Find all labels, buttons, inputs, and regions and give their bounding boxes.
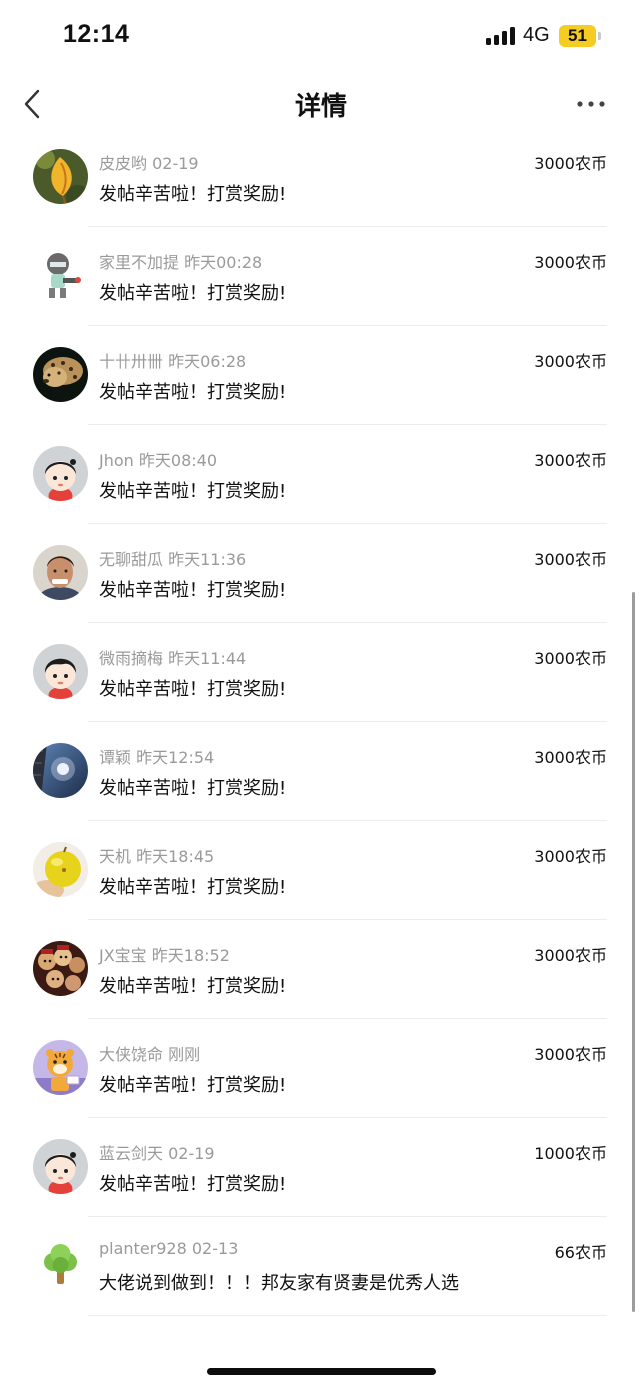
user-name[interactable]: Jhon — [99, 451, 134, 470]
avatar-cartoon-boy[interactable] — [33, 644, 88, 699]
status-bar: 12:14 4G 51 — [0, 0, 642, 70]
list-item[interactable]: 无聊甜瓜 昨天11:36 3000农币发帖辛苦啦！打赏奖励! — [0, 524, 642, 623]
user-name[interactable]: 蓝云剑天 — [99, 1144, 163, 1163]
user-meta: 大侠饶命 刚刚 — [99, 1041, 200, 1065]
avatar-cartoon-tiger[interactable] — [33, 1040, 88, 1095]
user-meta: planter928 02-13 — [99, 1239, 238, 1258]
user-name[interactable]: 天机 — [99, 847, 131, 866]
reward-message: 发帖辛苦啦！打赏奖励! — [99, 976, 287, 997]
network-type: 4G — [523, 24, 550, 46]
reward-time: 昨天11:44 — [168, 649, 247, 668]
reward-amount: 3000农币 — [534, 748, 607, 767]
list-item[interactable]: 谭颖 昨天12:54 3000农币发帖辛苦啦！打赏奖励! — [0, 722, 642, 821]
reward-message: 发帖辛苦啦！打赏奖励! — [99, 1174, 287, 1195]
avatar-cartoon-boy[interactable] — [33, 446, 88, 501]
reward-time: 02-13 — [191, 1239, 239, 1258]
list-item[interactable]: 微雨摘梅 昨天11:44 3000农币发帖辛苦啦！打赏奖励! — [0, 623, 642, 722]
list-item[interactable]: 家里不加提 昨天00:28 3000农币发帖辛苦啦！打赏奖励! — [0, 227, 642, 326]
reward-amount: 3000农币 — [534, 253, 607, 272]
battery-icon: 51 — [559, 25, 596, 47]
list-item[interactable]: Jhon 昨天08:40 3000农币发帖辛苦啦！打赏奖励! — [0, 425, 642, 524]
reward-message: 发帖辛苦啦！打赏奖励! — [99, 481, 287, 502]
reward-amount: 66农币 — [554, 1243, 607, 1262]
user-meta: 天机 昨天18:45 — [99, 843, 214, 867]
avatar-sky[interactable] — [33, 743, 88, 798]
user-meta: 皮皮哟 02-19 — [99, 150, 199, 174]
reward-message: 大佬说到做到！！！邦友家有贤妻是优秀人选 — [99, 1273, 459, 1294]
user-name[interactable]: JX宝宝 — [99, 946, 147, 965]
avatar-cartoon-boy[interactable] — [33, 1139, 88, 1194]
reward-list: 皮皮哟 02-19 3000农币 发帖辛苦啦！打赏奖励! 家里不加提 昨天00:28 3… — [0, 128, 642, 1316]
reward-message: 发帖辛苦啦！打赏奖励! — [99, 184, 287, 205]
user-name[interactable]: planter928 — [99, 1239, 187, 1258]
scrollbar[interactable] — [632, 592, 635, 1312]
reward-message: 发帖辛苦啦！打赏奖励! — [99, 877, 287, 898]
user-name[interactable]: 谭颖 — [99, 748, 131, 767]
list-item[interactable]: 十卄卅卌 昨天06:28 3000农币发帖辛苦啦！打赏奖励! — [0, 326, 642, 425]
avatar-fruit[interactable] — [33, 842, 88, 897]
reward-amount: 3000农币 — [534, 550, 607, 569]
reward-time: 昨天18:45 — [136, 847, 215, 866]
reward-message: 发帖辛苦啦！打赏奖励! — [99, 283, 287, 304]
reward-amount: 3000农币 — [534, 649, 607, 668]
reward-time: 刚刚 — [168, 1045, 201, 1064]
user-name[interactable]: 无聊甜瓜 — [99, 550, 163, 569]
user-meta: JX宝宝 昨天18:52 — [99, 942, 230, 966]
page-title: 详情 — [294, 92, 347, 122]
reward-time: 02-19 — [152, 154, 199, 173]
reward-amount: 3000农币 — [534, 154, 607, 173]
user-name[interactable]: 大侠饶命 — [99, 1045, 163, 1064]
list-item[interactable]: 天机 昨天18:45 3000农币发帖辛苦啦！打赏奖励! — [0, 821, 642, 920]
battery-cap — [598, 32, 601, 40]
user-meta: 家里不加提 昨天00:28 — [99, 249, 262, 273]
list-item[interactable]: 蓝云剑天 02-19 1000农币发帖辛苦啦！打赏奖励! — [0, 1118, 642, 1217]
reward-amount: 3000农币 — [534, 451, 607, 470]
user-meta: Jhon 昨天08:40 — [99, 447, 217, 471]
home-indicator[interactable] — [207, 1368, 436, 1375]
reward-time: 昨天06:28 — [168, 352, 247, 371]
user-meta: 谭颖 昨天12:54 — [99, 744, 214, 768]
avatar-photo-man[interactable] — [33, 545, 88, 600]
reward-amount: 1000农币 — [534, 1144, 607, 1163]
reward-time: 昨天00:28 — [184, 253, 263, 272]
list-item[interactable]: JX宝宝 昨天18:52 3000农币发帖辛苦啦！打赏奖励! — [0, 920, 642, 1019]
user-meta: 十卄卅卌 昨天06:28 — [99, 348, 246, 372]
reward-amount: 3000农币 — [534, 1045, 607, 1064]
list-item[interactable]: 大侠饶命 刚刚 3000农币发帖辛苦啦！打赏奖励! — [0, 1019, 642, 1118]
reward-message: 发帖辛苦啦！打赏奖励! — [99, 1075, 287, 1096]
reward-amount: 3000农币 — [534, 847, 607, 866]
more-horizontal-icon — [577, 101, 605, 107]
status-time: 12:14 — [63, 20, 130, 48]
reward-time: 02-19 — [168, 1144, 215, 1163]
user-name[interactable]: 微雨摘梅 — [99, 649, 163, 668]
user-meta: 无聊甜瓜 昨天11:36 — [99, 546, 246, 570]
user-name[interactable]: 十卄卅卌 — [99, 352, 163, 371]
reward-time: 昨天12:54 — [136, 748, 215, 767]
user-meta: 蓝云剑天 02-19 — [99, 1140, 215, 1164]
reward-message: 发帖辛苦啦！打赏奖励! — [99, 778, 287, 799]
more-button[interactable] — [572, 90, 610, 118]
avatar-leopard[interactable] — [33, 347, 88, 402]
reward-time: 昨天11:36 — [168, 550, 247, 569]
avatar-masks[interactable] — [33, 941, 88, 996]
reward-message: 发帖辛苦啦！打赏奖励! — [99, 382, 287, 403]
avatar-tree[interactable] — [33, 1238, 88, 1293]
list-item[interactable]: 皮皮哟 02-19 3000农币发帖辛苦啦！打赏奖励! — [0, 128, 642, 227]
avatar-cartoon-robot[interactable] — [33, 248, 88, 303]
reward-time: 昨天18:52 — [151, 946, 230, 965]
reward-message: 发帖辛苦啦！打赏奖励! — [99, 580, 287, 601]
reward-message: 发帖辛苦啦！打赏奖励! — [99, 679, 287, 700]
reward-amount: 3000农币 — [534, 352, 607, 371]
avatar-leaf[interactable] — [33, 149, 88, 204]
user-meta: 微雨摘梅 昨天11:44 — [99, 645, 246, 669]
user-name[interactable]: 家里不加提 — [99, 253, 179, 272]
list-item[interactable]: planter928 02-13 66农币大佬说到做到！！！邦友家有贤妻是优秀人选 — [0, 1217, 642, 1316]
reward-time: 昨天08:40 — [138, 451, 218, 470]
cellular-signal-icon — [486, 27, 518, 45]
divider — [88, 1315, 607, 1316]
nav-bar: 详情 — [0, 72, 642, 136]
reward-amount: 3000农币 — [534, 946, 607, 965]
user-name[interactable]: 皮皮哟 — [99, 154, 147, 173]
